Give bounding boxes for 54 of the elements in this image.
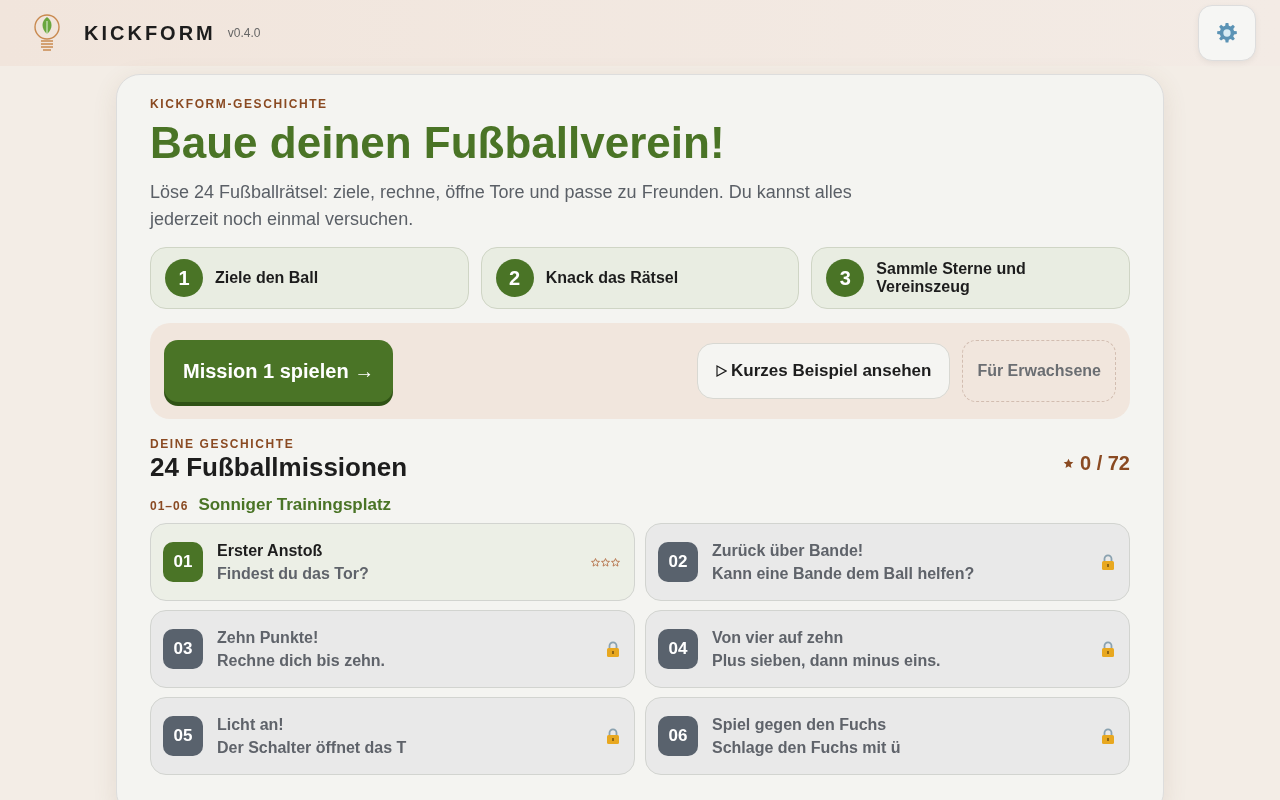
mission-number: 04 xyxy=(658,629,698,669)
app-name: KICKFORM xyxy=(84,21,216,45)
step-number: 1 xyxy=(165,259,203,297)
chapter-range: 01–06 xyxy=(150,499,189,513)
mission-title: Spiel gegen den Fuchs xyxy=(712,715,888,734)
mission-title: Zehn Punkte! xyxy=(217,628,320,647)
mission-subtitle: Rechne dich bis zehn. xyxy=(217,651,387,670)
adults-button[interactable]: Für Erwachsene xyxy=(962,340,1116,402)
chapter-name: Sonniger Trainingsplatz xyxy=(198,495,392,515)
version-label: v0.4.0 xyxy=(227,26,261,40)
mission-title: Zurück über Bande! xyxy=(712,541,865,560)
section-eyebrow: KICKFORM-GESCHICHTE xyxy=(150,97,329,111)
lock-icon xyxy=(606,728,620,744)
mission-card[interactable]: 06 Spiel gegen den Fuchs Schlage den Fuchs mit ü xyxy=(645,697,1130,775)
settings-button[interactable] xyxy=(1198,5,1256,61)
lock-icon xyxy=(606,641,620,657)
step-label: Sammle Sterne und Vereinszeug xyxy=(876,260,1027,296)
star-icon xyxy=(611,557,620,567)
step-number: 3 xyxy=(826,259,865,297)
intro-text: Löse 24 Fußballrätsel: ziele, rechne, öffne Tore und passe zu Freunden. Du kannst alles jederzeit noch einmal versuchen. xyxy=(150,181,853,231)
mission-subtitle: Schlage den Fuchs mit ü xyxy=(712,738,902,757)
lock-icon xyxy=(1101,554,1115,570)
example-button[interactable]: Kurzes Beispiel ansehen xyxy=(697,343,951,399)
section-title: 24 Fußballmissionen xyxy=(150,452,408,483)
mission-title: Licht an! xyxy=(217,715,285,734)
step-label: Knack das Rätsel xyxy=(545,269,679,287)
mission-subtitle: Plus sieben, dann minus eins. xyxy=(712,651,942,670)
step-label: Ziele den Ball xyxy=(215,269,319,287)
star-total: 0 / 72 xyxy=(1079,452,1130,475)
play-icon xyxy=(716,365,728,377)
mission-subtitle: Der Schalter öffnet das T xyxy=(217,738,408,757)
star-icon xyxy=(1062,458,1074,469)
lock-icon xyxy=(1101,641,1115,657)
mission-card[interactable]: 04 Von vier auf zehn Plus sieben, dann minus eins. xyxy=(645,610,1130,688)
mission-number: 05 xyxy=(163,716,203,756)
mission-card[interactable]: 02 Zurück über Bande! Kann eine Bande dem Ball helfen? xyxy=(645,523,1130,601)
star-icon xyxy=(601,557,610,567)
mission-subtitle: Findest du das Tor? xyxy=(217,564,370,583)
mission-number: 06 xyxy=(658,716,698,756)
mission-title: Von vier auf zehn xyxy=(712,628,845,647)
mission-card[interactable]: 03 Zehn Punkte! Rechne dich bis zehn. xyxy=(150,610,635,688)
settings-icon xyxy=(1216,22,1238,44)
mission-number: 02 xyxy=(658,542,698,582)
mission-card[interactable]: 05 Licht an! Der Schalter öffnet das T xyxy=(150,697,635,775)
section-eyebrow: DEINE GESCHICHTE xyxy=(150,437,296,451)
mission-card[interactable]: 01 Erster Anstoß Findest du das Tor? xyxy=(150,523,635,601)
mission-subtitle: Kann eine Bande dem Ball helfen? xyxy=(712,564,976,583)
page-title: Baue deinen Fußballverein! xyxy=(150,117,726,169)
star-icon xyxy=(591,557,600,567)
mission-number: 03 xyxy=(163,629,203,669)
mission-title: Erster Anstoß xyxy=(217,541,324,560)
step-number: 2 xyxy=(495,259,534,297)
mission-number: 01 xyxy=(163,542,203,582)
lock-icon xyxy=(1101,728,1115,744)
